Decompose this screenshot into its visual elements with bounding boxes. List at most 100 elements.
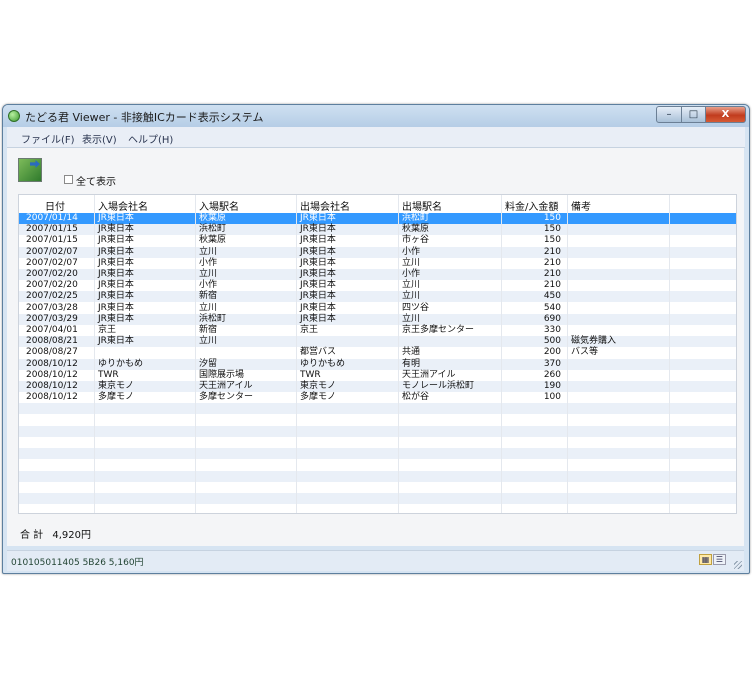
table-cell: TWR [300, 369, 321, 380]
table-cell: JR東日本 [98, 291, 134, 302]
table-cell: 立川 [402, 291, 421, 302]
table-cell: 立川 [402, 313, 421, 324]
table-cell: 共通 [402, 347, 421, 358]
table-cell: 2007/02/07 [26, 257, 78, 268]
table-cell: 小作 [199, 257, 218, 268]
table-cell: JR東日本 [98, 224, 134, 235]
table-cell: 2008/08/27 [26, 347, 78, 358]
resize-grip-icon[interactable] [734, 561, 742, 569]
column-header-exit-station[interactable]: 出場駅名 [402, 198, 442, 213]
export-button[interactable] [18, 158, 42, 182]
table-cell: 小作 [402, 246, 421, 257]
table-cell: TWR [98, 369, 119, 380]
column-header-date[interactable]: 日付 [45, 198, 65, 213]
table-cell: 2007/02/25 [26, 291, 78, 302]
minimize-button[interactable]: – [656, 106, 682, 123]
table-row-empty[interactable] [19, 448, 736, 460]
table-row[interactable]: 2007/04/01 京王 新宿 京王 京王多摩センター 330 [19, 325, 736, 336]
table-cell: バス等 [571, 347, 599, 358]
table-cell: 浜松町 [402, 213, 430, 223]
table-cell: 2008/10/12 [26, 381, 78, 391]
table-row[interactable]: 2008/10/12 ゆりかもめ 汐留 ゆりかもめ 有明 370 [19, 358, 736, 370]
table-row[interactable]: 2007/02/25 JR東日本 新宿 JR東日本 立川 450 [19, 291, 736, 303]
table-cell: 500 [543, 336, 561, 347]
table-cell: 260 [543, 369, 561, 380]
menu-file[interactable]: ファイル(F) [21, 131, 75, 146]
table-row-empty[interactable] [19, 415, 736, 426]
table-row[interactable]: 2007/01/15 JR東日本 浜松町 JR東日本 秋葉原 150 [19, 224, 736, 236]
history-table: 日付 入場会社名 入場駅名 出場会社名 出場駅名 料金/入金額 備考 2007/… [18, 194, 737, 514]
table-row-empty[interactable] [19, 425, 736, 437]
column-header-entry-company[interactable]: 入場会社名 [98, 198, 148, 213]
table-cell: JR東日本 [300, 280, 336, 291]
table-row[interactable]: 2008/10/12 TWR 国際展示場 TWR 天王洲アイル 260 [19, 370, 736, 381]
table-cell: 秋葉原 [199, 235, 227, 246]
table-cell: 330 [543, 325, 561, 335]
table-cell: 450 [543, 291, 561, 302]
table-row[interactable]: 2007/03/29 JR東日本 浜松町 JR東日本 立川 690 [19, 313, 736, 325]
column-header-exit-company[interactable]: 出場会社名 [300, 198, 350, 213]
table-cell: 150 [543, 213, 561, 223]
table-row-empty[interactable] [19, 459, 736, 470]
table-cell: 2007/01/14 [26, 213, 78, 223]
table-cell: JR東日本 [98, 280, 134, 291]
total-label: 合 計 [20, 530, 44, 541]
table-row[interactable]: 2007/02/20 JR東日本 立川 JR東日本 小作 210 [19, 269, 736, 280]
title-bar[interactable]: たどる君 Viewer - 非接触ICカード表示システム – □ X [3, 105, 749, 127]
table-cell: 2008/10/12 [26, 392, 78, 403]
table-cell: 2007/02/20 [26, 280, 78, 291]
export-arrow-icon [30, 160, 40, 168]
column-header-fare[interactable]: 料金/入金額 [505, 198, 558, 213]
table-cell: 松が谷 [402, 392, 430, 403]
maximize-button[interactable]: □ [681, 106, 706, 123]
table-cell: JR東日本 [98, 336, 134, 347]
table-cell: 2007/03/29 [26, 313, 78, 324]
table-row[interactable]: 2007/03/28 JR東日本 立川 JR東日本 四ツ谷 540 [19, 303, 736, 314]
table-cell: JR東日本 [98, 269, 134, 279]
table-cell: 150 [543, 235, 561, 246]
table-row[interactable]: 2007/01/14 JR東日本 秋葉原 JR東日本 浜松町 150 [19, 213, 736, 224]
table-row[interactable]: 2007/02/20 JR東日本 小作 JR東日本 立川 210 [19, 280, 736, 291]
table-cell: 国際展示場 [199, 369, 245, 380]
menu-help[interactable]: ヘルプ(H) [128, 131, 173, 146]
table-row-empty[interactable] [19, 470, 736, 482]
table-cell: 多摩モノ [98, 392, 135, 403]
table-cell: JR東日本 [98, 246, 134, 257]
table-cell: 市ヶ谷 [402, 235, 430, 246]
table-row[interactable]: 2008/08/27 都営バス 共通 200 バス等 [19, 347, 736, 358]
total-value: 4,920円 [52, 530, 92, 541]
table-row-empty[interactable] [19, 482, 736, 493]
table-cell: JR東日本 [300, 269, 336, 279]
table-cell: ゆりかもめ [98, 358, 144, 369]
table-row[interactable]: 2008/08/21 JR東日本 立川 500 磁気券購入 [19, 336, 736, 348]
app-window: たどる君 Viewer - 非接触ICカード表示システム – □ X ファイル(… [2, 104, 750, 574]
column-header-entry-station[interactable]: 入場駅名 [199, 198, 239, 213]
table-cell: JR東日本 [300, 213, 336, 223]
close-button[interactable]: X [705, 106, 746, 123]
table-row[interactable]: 2007/02/07 JR東日本 小作 JR東日本 立川 210 [19, 258, 736, 269]
table-cell: 2007/01/15 [26, 224, 78, 235]
grid-view-icon[interactable]: ▦ [699, 554, 712, 565]
table-cell: 汐留 [199, 358, 218, 369]
table-row-empty[interactable] [19, 504, 736, 513]
menu-bar: ファイル(F) 表示(V) ヘルプ(H) [7, 127, 745, 148]
table-row[interactable]: 2007/02/07 JR東日本 立川 JR東日本 小作 210 [19, 246, 736, 258]
table-cell: 多摩センター [199, 392, 254, 403]
list-view-icon[interactable]: ☰ [713, 554, 726, 565]
app-logo-icon [8, 110, 20, 122]
table-row[interactable]: 2007/01/15 JR東日本 秋葉原 JR東日本 市ヶ谷 150 [19, 235, 736, 246]
table-cell: JR東日本 [98, 235, 134, 246]
column-divider [669, 195, 670, 513]
table-row-empty[interactable] [19, 437, 736, 448]
show-all-checkbox[interactable] [64, 175, 73, 184]
table-cell: 150 [543, 224, 561, 235]
table-row[interactable]: 2008/10/12 東京モノ 天王洲アイル 東京モノ モノレール浜松町 190 [19, 381, 736, 392]
table-row-empty[interactable] [19, 403, 736, 415]
close-icon: X [721, 109, 730, 120]
menu-view[interactable]: 表示(V) [82, 131, 117, 146]
show-all-label: 全て表示 [76, 177, 116, 188]
column-header-note[interactable]: 備考 [571, 198, 591, 213]
table-row-empty[interactable] [19, 493, 736, 504]
table-row[interactable]: 2008/10/12 多摩モノ 多摩センター 多摩モノ 松が谷 100 [19, 392, 736, 403]
table-cell: 190 [543, 381, 561, 391]
